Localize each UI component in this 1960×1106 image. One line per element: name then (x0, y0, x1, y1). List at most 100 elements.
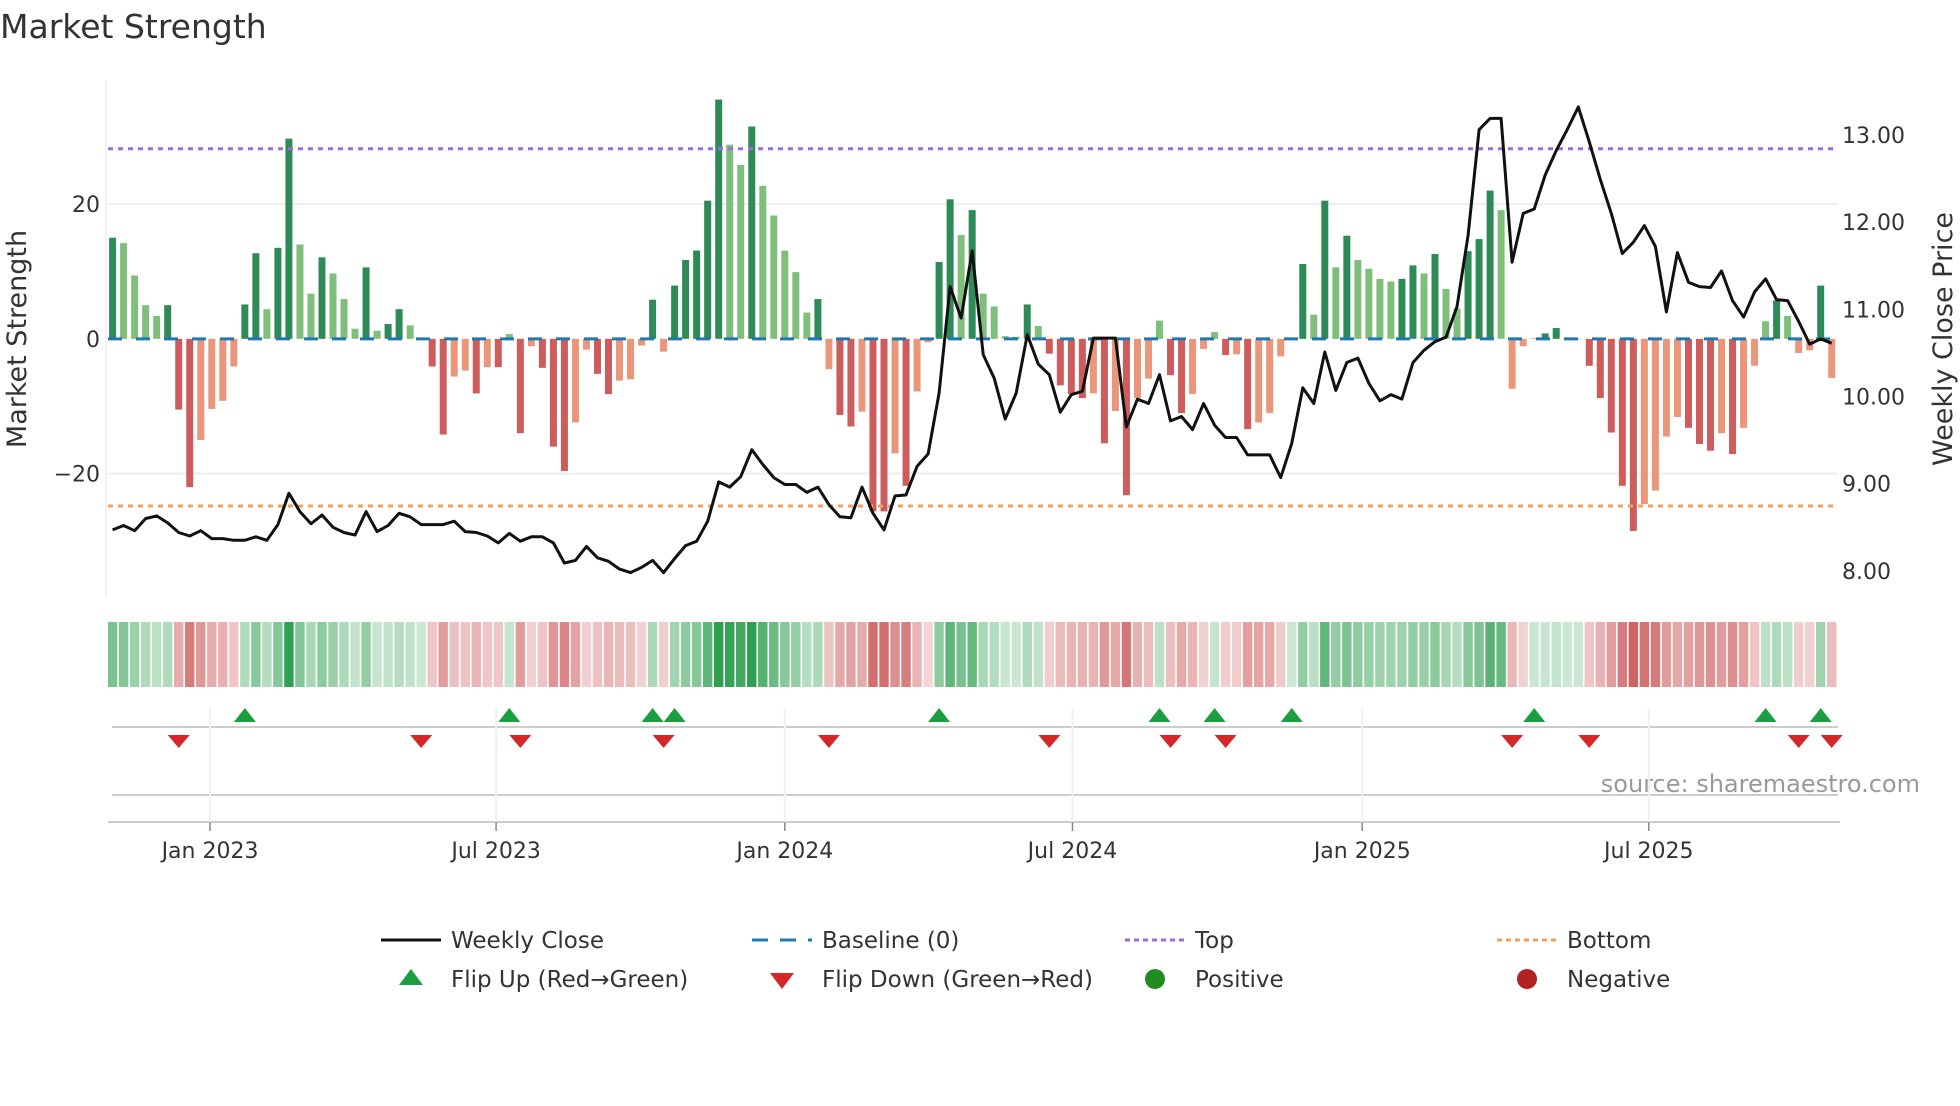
strip-cell (1331, 622, 1341, 687)
negative-bar (461, 338, 469, 371)
strip-cell (1077, 622, 1088, 687)
positive-bar (153, 315, 161, 339)
y2-tick-label: 10.00 (1842, 385, 1905, 410)
negative-bar (1255, 338, 1263, 423)
strip-cell (769, 622, 779, 687)
positive-bar (990, 306, 998, 339)
positive-bar (318, 257, 326, 339)
strip-cell (372, 622, 382, 687)
positive-bar (671, 285, 679, 339)
negative-bar (219, 338, 227, 401)
strip-cell (967, 622, 977, 687)
strip-cell (879, 622, 889, 687)
strip-cell (791, 622, 801, 687)
positive-bar (384, 324, 392, 339)
negative-bar (450, 338, 458, 377)
strip-cell (802, 622, 812, 687)
strip-cell (504, 622, 515, 687)
positive-bar (285, 138, 293, 339)
legend-label: Flip Up (Red→Green) (451, 967, 688, 993)
strip-cell (559, 622, 570, 687)
positive-bar (1497, 210, 1505, 339)
positive-bar (1387, 281, 1395, 339)
strip-cell (1804, 622, 1815, 687)
positive-bar (715, 99, 723, 339)
y-axis-label: Market Strength (2, 230, 33, 448)
positive-bar (957, 235, 965, 339)
x-tick-label: Jul 2023 (449, 839, 541, 864)
strip-cell (1639, 622, 1650, 687)
strip-cell (592, 622, 603, 687)
y-tick-label: −20 (54, 463, 100, 488)
flip-up-marker (1280, 708, 1303, 722)
negative-bar (1596, 338, 1604, 399)
strip-cell (713, 622, 724, 687)
flip-up-marker (928, 708, 951, 722)
y2-tick-label: 11.00 (1842, 298, 1905, 323)
strip-cell (1408, 622, 1418, 687)
positive-bar (1409, 265, 1417, 339)
strip-cell (405, 622, 415, 687)
strip-cell (185, 622, 195, 687)
strip-cell (328, 622, 338, 687)
strip-cell (1628, 622, 1639, 687)
negative-bar (1585, 338, 1593, 366)
positive-bar (1486, 190, 1494, 339)
strip-cell (625, 622, 636, 687)
y2-tick-label: 12.00 (1842, 211, 1905, 236)
strip-cell (658, 622, 669, 687)
strip-cell (1386, 622, 1396, 687)
negative-bar (483, 338, 491, 368)
flip-down-marker (652, 735, 675, 748)
positive-bar (726, 144, 734, 339)
strip-cell (1782, 622, 1793, 687)
flip-down-marker (1501, 735, 1524, 748)
negative-bar (1607, 338, 1615, 433)
legend-label: Positive (1195, 967, 1284, 993)
strip-cell (482, 622, 492, 687)
negative-bar (1133, 338, 1141, 399)
negative-bar (913, 338, 921, 392)
strip-cell (1749, 622, 1760, 687)
strip-cell (1551, 622, 1561, 687)
strip-cell (1397, 622, 1407, 687)
strip-cell (537, 622, 548, 687)
strip-cell (1595, 622, 1606, 687)
y2-tick-label: 9.00 (1842, 473, 1891, 498)
negative-bar (1067, 338, 1075, 395)
negative-bar (1751, 338, 1759, 366)
negative-bar (538, 338, 546, 368)
y2-axis-label: Weekly Close Price (1928, 212, 1959, 466)
negative-bar (1729, 338, 1737, 455)
positive-bar (1365, 268, 1373, 339)
flip-up-marker (1809, 708, 1832, 722)
flip-down-marker (509, 735, 532, 748)
strip-cell (1694, 622, 1705, 687)
legend-flip-down-icon (770, 973, 794, 989)
positive-bar (1431, 253, 1439, 339)
strip-cell (702, 622, 713, 687)
x-tick-label: Jan 2025 (1312, 839, 1411, 864)
legend-label: Flip Down (Green→Red) (822, 967, 1093, 993)
strip-cell (438, 622, 448, 687)
strip-cell (361, 622, 371, 687)
strip-cell (1143, 622, 1154, 687)
positive-bar (1343, 235, 1351, 339)
negative-bar (902, 338, 910, 486)
negative-bar (1233, 338, 1241, 355)
positive-bar (307, 293, 315, 339)
strip-cell (471, 622, 481, 687)
negative-bar (1795, 338, 1803, 353)
positive-bar (1310, 314, 1318, 339)
strip-cell (196, 622, 206, 687)
y-tick-label: 0 (86, 328, 100, 353)
negative-bar (1718, 338, 1726, 434)
strip-cell (1055, 622, 1066, 687)
strip-cell (1463, 622, 1473, 687)
strip-cell (1110, 622, 1121, 687)
positive-bar (704, 200, 712, 339)
negative-bar (1222, 338, 1230, 356)
strip-cell (107, 622, 118, 687)
positive-bar (1784, 315, 1792, 339)
strip-cell (317, 622, 327, 687)
